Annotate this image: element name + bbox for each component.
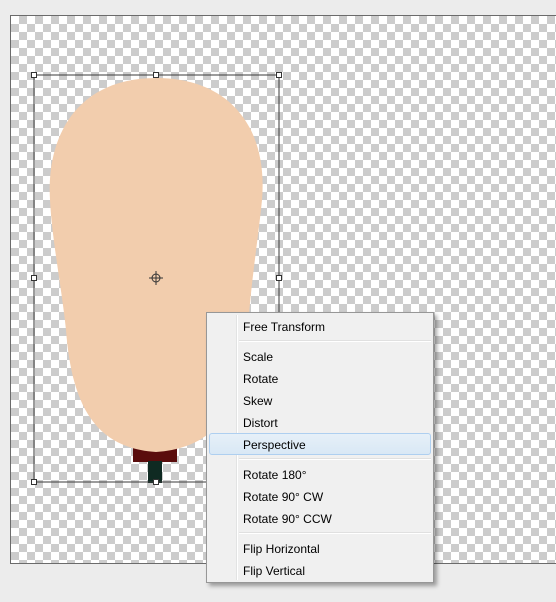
workspace: Free Transform Scale Rotate Skew Distort… [0, 0, 556, 602]
handle-top-left[interactable] [31, 72, 37, 78]
handle-top-center[interactable] [153, 72, 159, 78]
menu-item-flip-horizontal[interactable]: Flip Horizontal [209, 537, 431, 559]
transform-context-menu: Free Transform Scale Rotate Skew Distort… [206, 312, 434, 583]
menu-separator [239, 529, 431, 537]
menu-item-rotate-90-cw[interactable]: Rotate 90° CW [209, 485, 431, 507]
menu-item-rotate-180[interactable]: Rotate 180° [209, 463, 431, 485]
menu-item-rotate-90-ccw[interactable]: Rotate 90° CCW [209, 507, 431, 529]
menu-item-distort[interactable]: Distort [209, 411, 431, 433]
menu-separator [239, 455, 431, 463]
handle-bottom-center[interactable] [153, 479, 159, 485]
menu-item-skew[interactable]: Skew [209, 389, 431, 411]
menu-separator [239, 337, 431, 345]
handle-middle-right[interactable] [276, 275, 282, 281]
menu-item-scale[interactable]: Scale [209, 345, 431, 367]
menu-item-free-transform[interactable]: Free Transform [209, 315, 431, 337]
menu-item-perspective[interactable]: Perspective [209, 433, 431, 455]
handle-top-right[interactable] [276, 72, 282, 78]
handle-bottom-left[interactable] [31, 479, 37, 485]
menu-item-rotate[interactable]: Rotate [209, 367, 431, 389]
menu-item-flip-vertical[interactable]: Flip Vertical [209, 559, 431, 581]
handle-middle-left[interactable] [31, 275, 37, 281]
